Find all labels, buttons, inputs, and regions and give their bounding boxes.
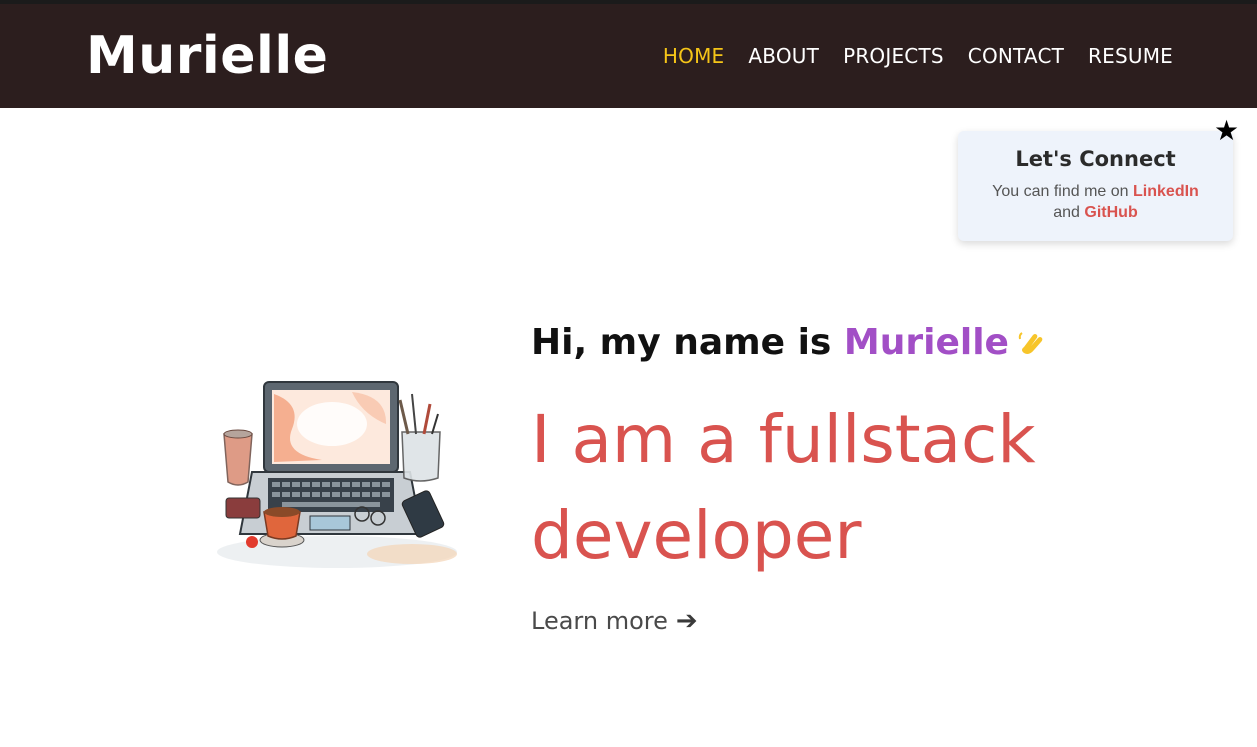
hero-name: Murielle <box>843 322 1009 363</box>
waving-hand-icon <box>1018 332 1043 354</box>
star-icon[interactable]: ★ <box>1214 117 1239 145</box>
nav-contact[interactable]: CONTACT <box>968 44 1064 68</box>
nav-projects[interactable]: PROJECTS <box>843 44 944 68</box>
nav-resume[interactable]: RESUME <box>1088 44 1173 68</box>
connect-text-before: You can find me on <box>992 183 1129 200</box>
nav-home[interactable]: HOME <box>663 44 724 68</box>
github-link[interactable]: GitHub <box>1084 204 1137 221</box>
learn-more-label: Learn more <box>531 607 668 635</box>
main-nav: HOME ABOUT PROJECTS CONTACT RESUME <box>663 44 1173 68</box>
hero-greeting: Hi, my name is Murielle <box>531 322 1047 363</box>
site-logo[interactable]: Murielle <box>86 26 328 86</box>
connect-text: You can find me on LinkedIn and GitHub <box>958 181 1233 223</box>
greeting-text: Hi, my name is <box>531 322 832 363</box>
laptop-desk-illustration <box>217 381 457 568</box>
site-header: Murielle HOME ABOUT PROJECTS CONTACT RES… <box>0 4 1257 108</box>
hero-headline: I am a fullstack developer <box>531 401 1036 574</box>
connect-and: and <box>1053 204 1080 221</box>
connect-title: Let's Connect <box>1015 147 1176 171</box>
learn-more-link[interactable]: Learn more ➔ <box>531 606 698 636</box>
connect-card: Let's Connect You can find me on LinkedI… <box>958 131 1233 241</box>
nav-about[interactable]: ABOUT <box>748 44 819 68</box>
linkedin-link[interactable]: LinkedIn <box>1133 183 1199 200</box>
arrow-right-icon: ➔ <box>675 606 698 636</box>
